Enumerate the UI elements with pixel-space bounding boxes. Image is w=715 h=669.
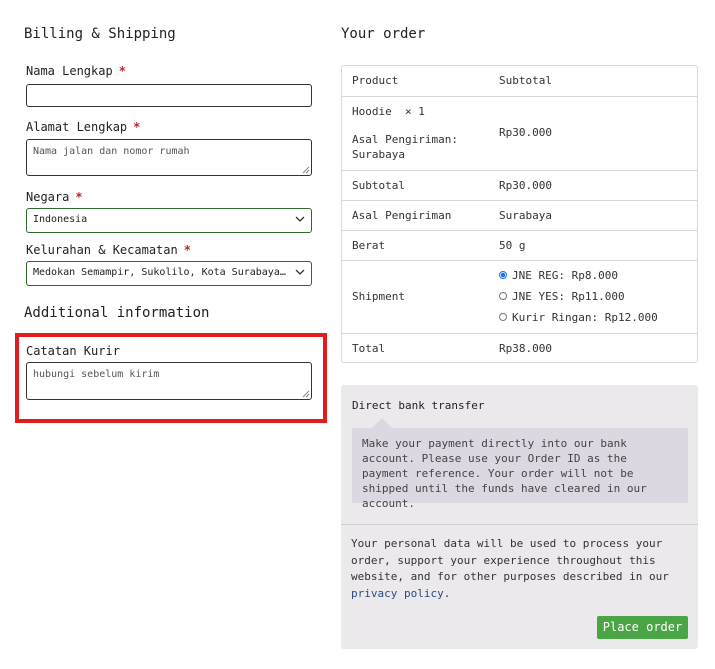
nama-input[interactable]	[26, 84, 312, 107]
origin-label: Asal Pengiriman	[352, 209, 452, 222]
table-row: Shipment JNE REG: Rp8.000 JNE YES: Rp11.…	[342, 260, 697, 333]
nama-label: Nama Lengkap *	[26, 64, 126, 78]
bubble-arrow	[372, 418, 392, 428]
alamat-textarea[interactable]: Nama jalan dan nomor rumah	[26, 139, 312, 176]
item-price: Rp30.000	[499, 126, 552, 139]
negara-select[interactable]: Indonesia	[26, 208, 312, 233]
required-mark: *	[118, 64, 126, 78]
order-table: Product Subtotal Hoodie × 1 Asal Pengiri…	[341, 65, 698, 363]
alamat-placeholder: Nama jalan dan nomor rumah	[33, 146, 190, 157]
subtotal-value: Rp30.000	[499, 179, 552, 192]
total-value: Rp38.000	[499, 342, 552, 355]
payment-description: Make your payment directly into our bank…	[352, 428, 688, 510]
origin-value: Surabaya	[499, 209, 552, 222]
place-order-button[interactable]: Place order	[597, 616, 688, 639]
table-row: Asal Pengiriman Surabaya	[342, 200, 697, 230]
alamat-label: Alamat Lengkap *	[26, 120, 141, 134]
weight-value: 50 g	[499, 239, 526, 252]
divider	[341, 524, 698, 525]
item-qty: × 1	[405, 105, 425, 118]
payment-method-label[interactable]: Direct bank transfer	[352, 399, 484, 412]
col-subtotal: Subtotal	[499, 74, 552, 87]
resize-grip-icon[interactable]	[302, 390, 310, 398]
table-row: Total Rp38.000	[342, 333, 697, 362]
table-header-row: Product Subtotal	[342, 66, 697, 96]
shipment-option-jne-reg[interactable]: JNE REG: Rp8.000	[499, 265, 658, 286]
item-meta: Asal Pengiriman: Surabaya	[352, 133, 458, 161]
radio-icon[interactable]	[499, 292, 507, 300]
shipment-option-jne-yes[interactable]: JNE YES: Rp11.000	[499, 286, 658, 307]
privacy-notice: Your personal data will be used to proce…	[351, 537, 669, 600]
radio-icon[interactable]	[499, 313, 507, 321]
col-product: Product	[352, 74, 399, 87]
privacy-policy-link[interactable]: privacy policy	[351, 587, 444, 600]
order-heading: Your order	[341, 26, 426, 42]
subtotal-label: Subtotal	[352, 179, 405, 192]
chevron-down-icon	[295, 216, 305, 222]
catatan-placeholder: hubungi sebelum kirim	[33, 369, 160, 380]
table-row: Subtotal Rp30.000	[342, 170, 697, 200]
billing-heading: Billing & Shipping	[24, 26, 176, 42]
item-name: Hoodie × 1	[352, 105, 425, 118]
required-mark: *	[75, 190, 83, 204]
kelurahan-select[interactable]: Medokan Semampir, Sukolilo, Kota Surabay…	[26, 261, 312, 286]
total-label: Total	[352, 342, 386, 355]
kelurahan-label: Kelurahan & Kecamatan *	[26, 243, 191, 257]
table-row: Hoodie × 1 Asal Pengiriman: Surabaya Rp3…	[342, 96, 697, 170]
catatan-label: Catatan Kurir	[26, 344, 120, 358]
chevron-down-icon	[295, 268, 305, 276]
resize-grip-icon[interactable]	[302, 166, 310, 174]
kelurahan-value: Medokan Semampir, Sukolilo, Kota Surabay…	[33, 267, 311, 278]
shipment-label: Shipment	[352, 290, 405, 303]
additional-heading: Additional information	[24, 305, 210, 321]
payment-panel	[341, 385, 698, 649]
required-mark: *	[183, 243, 191, 257]
required-mark: *	[133, 120, 141, 134]
shipment-options: JNE REG: Rp8.000 JNE YES: Rp11.000 Kurir…	[499, 265, 658, 328]
negara-label: Negara *	[26, 190, 83, 204]
table-row: Berat 50 g	[342, 230, 697, 260]
weight-label: Berat	[352, 239, 386, 252]
shipment-option-kurir-ringan[interactable]: Kurir Ringan: Rp12.000	[499, 307, 658, 328]
radio-selected-icon[interactable]	[499, 271, 507, 279]
catatan-textarea[interactable]: hubungi sebelum kirim	[26, 362, 312, 400]
negara-value: Indonesia	[33, 214, 88, 225]
